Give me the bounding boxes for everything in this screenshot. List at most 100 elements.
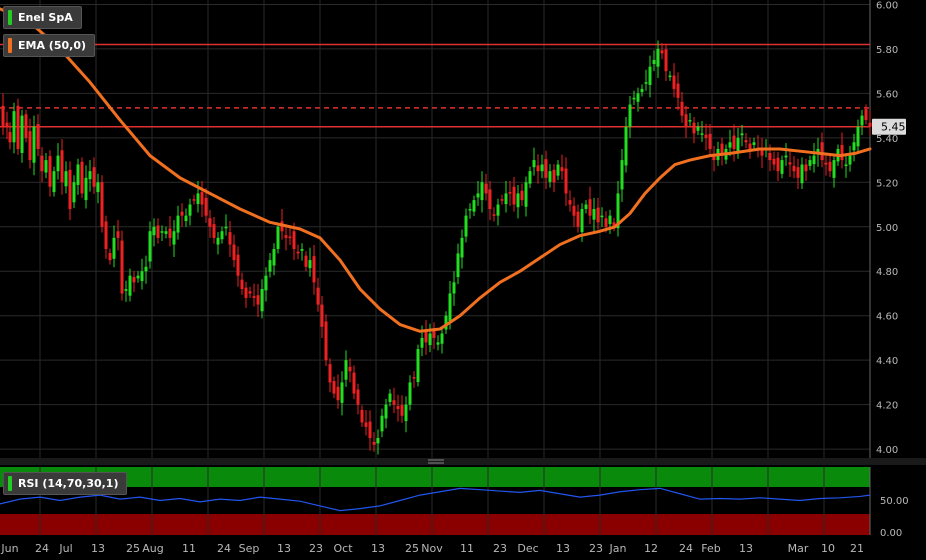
candle-body [596, 207, 600, 223]
candle-body [472, 200, 476, 212]
x-tick-label: Dec [517, 542, 538, 555]
candle-body [252, 296, 256, 298]
candle-body [108, 253, 112, 261]
candle-body [636, 93, 640, 102]
candle-body [704, 134, 708, 138]
x-tick-label: 21 [850, 542, 864, 555]
x-tick-label: Oct [333, 542, 353, 555]
candle-body [264, 275, 268, 291]
candle-body [188, 204, 192, 216]
candle-body [800, 164, 804, 184]
candle-body [332, 381, 336, 394]
candle-body [152, 226, 156, 236]
candle-body [356, 389, 360, 405]
legend-item-enel[interactable]: Enel SpA [3, 6, 82, 29]
chart-canvas: 6.00 5.80 5.60 5.40 5.20 5.00 4.80 4.60 4.40 4.20… [0, 0, 926, 555]
candle-body [652, 60, 656, 65]
x-tick-label: 24 [679, 542, 693, 555]
candle-body [76, 164, 80, 185]
x-tick-label: 24 [35, 542, 49, 555]
candle-body [100, 182, 104, 227]
candle-body [404, 404, 408, 422]
candle-body [296, 251, 300, 254]
candle-body [288, 236, 292, 239]
candle-body [812, 155, 816, 165]
candle-body [148, 231, 152, 262]
legend-label-enel: Enel SpA [18, 11, 73, 24]
candle-body [640, 88, 644, 93]
candle-body [200, 192, 204, 205]
legend-swatch-rsi [8, 476, 12, 491]
x-tick-label: Jun [0, 542, 18, 555]
candle-body [632, 97, 636, 100]
candle-body [156, 225, 160, 238]
candle-body [340, 382, 344, 403]
legend-label-rsi: RSI (14,70,30,1) [18, 477, 119, 490]
y-tick-label: 5.60 [876, 89, 898, 100]
candle-body [488, 189, 492, 209]
candle-body [176, 215, 180, 233]
candle-body [236, 254, 240, 276]
candle-body [708, 133, 712, 149]
candle-body [820, 142, 824, 161]
x-tick-label: 12 [644, 542, 658, 555]
candle-body [212, 224, 216, 238]
candle-body [392, 400, 396, 405]
candle-body [848, 155, 852, 165]
x-tick-label: 13 [371, 542, 385, 555]
candle-body [432, 330, 436, 338]
candle-body [776, 157, 780, 172]
y-tick-label: 4.00 [876, 445, 898, 456]
candle-body [144, 266, 148, 272]
candle-body [824, 162, 828, 165]
candle-body [184, 215, 188, 221]
candle-body [376, 437, 380, 444]
candle-body [672, 75, 676, 89]
x-tick-label: Mar [788, 542, 809, 555]
candle-body [796, 167, 800, 178]
candle-body [524, 182, 528, 207]
x-tick-label: 23 [309, 542, 323, 555]
x-tick-label: 23 [493, 542, 507, 555]
candle-body [60, 150, 64, 183]
x-tick-label: 13 [91, 542, 105, 555]
rsi-oversold-zone [0, 514, 870, 535]
legend-item-rsi[interactable]: RSI (14,70,30,1) [3, 472, 128, 495]
candle-body [276, 226, 280, 250]
candle-body [408, 382, 412, 405]
candle-body [20, 115, 24, 153]
candle-body [656, 48, 660, 67]
x-tick-label: 23 [589, 542, 603, 555]
candle-body [440, 333, 444, 344]
y-tick-label: 4.20 [876, 401, 898, 412]
candle-body [460, 237, 464, 258]
y-tick-label: 5.80 [876, 45, 898, 56]
candle-body [564, 168, 568, 194]
candle-body [648, 66, 652, 85]
x-tick-label: 25 [405, 542, 419, 555]
candle-body [620, 160, 624, 190]
candle-body [532, 160, 536, 168]
candle-body [852, 142, 856, 151]
candle-body [748, 143, 752, 149]
candle-body [384, 404, 388, 419]
candle-body [840, 144, 844, 161]
candle-body [284, 235, 288, 238]
candle-body [180, 211, 184, 216]
candle-body [516, 193, 520, 208]
candle-body [780, 160, 784, 174]
candle-body [560, 167, 564, 172]
candle-body [232, 244, 236, 261]
candle-body [832, 160, 836, 178]
x-tick-label: Aug [142, 542, 163, 555]
candle-body [28, 131, 32, 161]
pane-separator[interactable] [0, 458, 926, 465]
candle-body [260, 289, 264, 312]
x-tick-label: Feb [701, 542, 720, 555]
candle-body [244, 287, 248, 298]
candle-body [536, 165, 540, 172]
candle-body [464, 215, 468, 237]
legend-item-ema[interactable]: EMA (50,0) [3, 34, 95, 57]
candle-body [744, 140, 748, 143]
candle-body [476, 193, 480, 198]
